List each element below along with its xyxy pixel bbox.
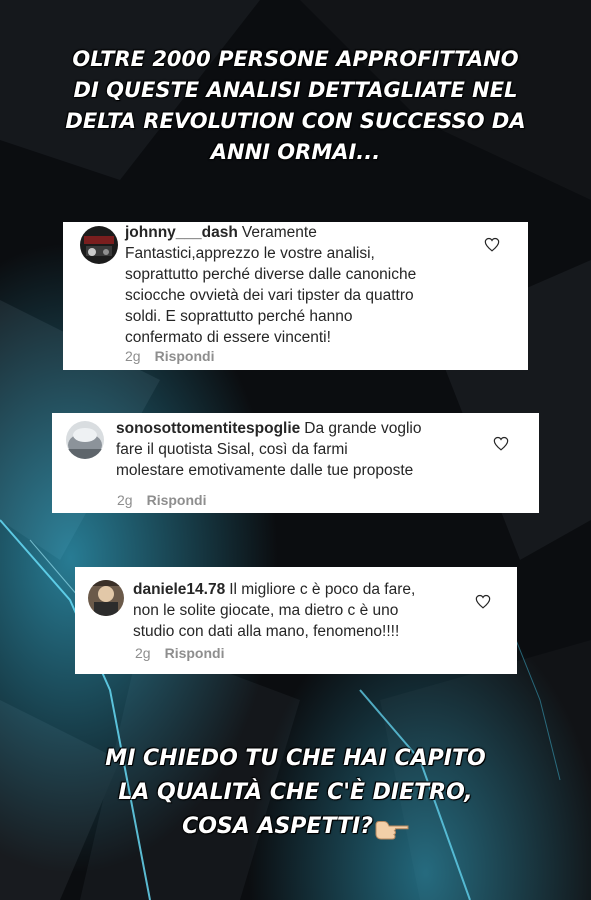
headline-bottom-line-with-emoji: COSA ASPETTI? xyxy=(60,810,531,844)
headline-bottom-line: MI CHIEDO TU CHE HAI CAPITO xyxy=(105,746,486,771)
comment-meta: 2g Rispondi xyxy=(125,346,214,367)
comment-line: molestare emotivamente dalle tue propost… xyxy=(116,462,414,479)
headline-bottom-line: COSA ASPETTI? xyxy=(182,814,373,839)
headline-bottom-line: LA QUALITÀ CHE C'È DIETRO, xyxy=(118,780,473,805)
comment-line: Da grande voglio xyxy=(304,420,422,437)
comment-card: sonosottomentitespoglie Da grande voglio … xyxy=(52,413,539,513)
comment-line: studio con dati alla mano, fenomeno!!!! xyxy=(133,623,400,640)
comment-text: sonosottomentitespoglie Da grande voglio … xyxy=(116,418,516,481)
comment-meta: 2g Rispondi xyxy=(135,643,224,664)
comment-card: johnny___dash Veramente Fantastici,apprez… xyxy=(63,222,528,370)
comment-text: daniele14.78 Il migliore c è poco da fare… xyxy=(133,579,485,642)
comment-line: soldi. E soprattutto perché hanno xyxy=(125,308,353,325)
comment-line: Veramente xyxy=(241,224,317,241)
comment-card: daniele14.78 Il migliore c è poco da fare… xyxy=(75,567,517,674)
avatar[interactable] xyxy=(88,580,124,616)
comment-username[interactable]: daniele14.78 xyxy=(133,581,225,598)
headline-top: OLTRE 2000 PERSONE APPROFITTANO DI QUEST… xyxy=(0,44,591,168)
reply-button[interactable]: Rispondi xyxy=(155,348,215,364)
comment-time: 2g xyxy=(125,348,141,364)
reply-button[interactable]: Rispondi xyxy=(147,492,207,508)
heart-icon[interactable] xyxy=(475,594,491,609)
hand-pointing-left-icon xyxy=(375,817,409,840)
heart-icon[interactable] xyxy=(484,237,500,252)
headline-top-line: DI QUESTE ANALISI DETTAGLIATE NEL xyxy=(73,78,518,102)
comment-time: 2g xyxy=(117,492,133,508)
comment-line: confermato di essere vincenti! xyxy=(125,329,331,346)
comment-line: soprattutto perché diverse dalle canonic… xyxy=(125,266,417,283)
avatar[interactable] xyxy=(80,226,118,264)
comment-line: fare il quotista Sisal, così da farmi xyxy=(116,441,348,458)
comment-username[interactable]: johnny___dash xyxy=(125,224,238,241)
headline-top-line: DELTA REVOLUTION CON SUCCESSO DA xyxy=(65,109,526,133)
avatar[interactable] xyxy=(66,421,104,459)
headline-top-line: OLTRE 2000 PERSONE APPROFITTANO xyxy=(72,47,519,71)
comment-line: Fantastici,apprezzo le vostre analisi, xyxy=(125,245,375,262)
comment-time: 2g xyxy=(135,645,151,661)
comment-line: Il migliore c è poco da fare, xyxy=(229,581,416,598)
headline-bottom: MI CHIEDO TU CHE HAI CAPITO LA QUALITÀ C… xyxy=(0,742,591,844)
comment-username[interactable]: sonosottomentitespoglie xyxy=(116,420,300,437)
comment-line: sciocche ovvietà dei vari tipster da qua… xyxy=(125,287,414,304)
comment-line: non le solite giocate, ma dietro c è uno xyxy=(133,602,399,619)
headline-top-line: ANNI ORMAI... xyxy=(210,140,381,164)
comment-text: johnny___dash Veramente Fantastici,apprez… xyxy=(125,222,497,348)
heart-icon[interactable] xyxy=(493,436,509,451)
reply-button[interactable]: Rispondi xyxy=(165,645,225,661)
comment-meta: 2g Rispondi xyxy=(117,490,206,511)
